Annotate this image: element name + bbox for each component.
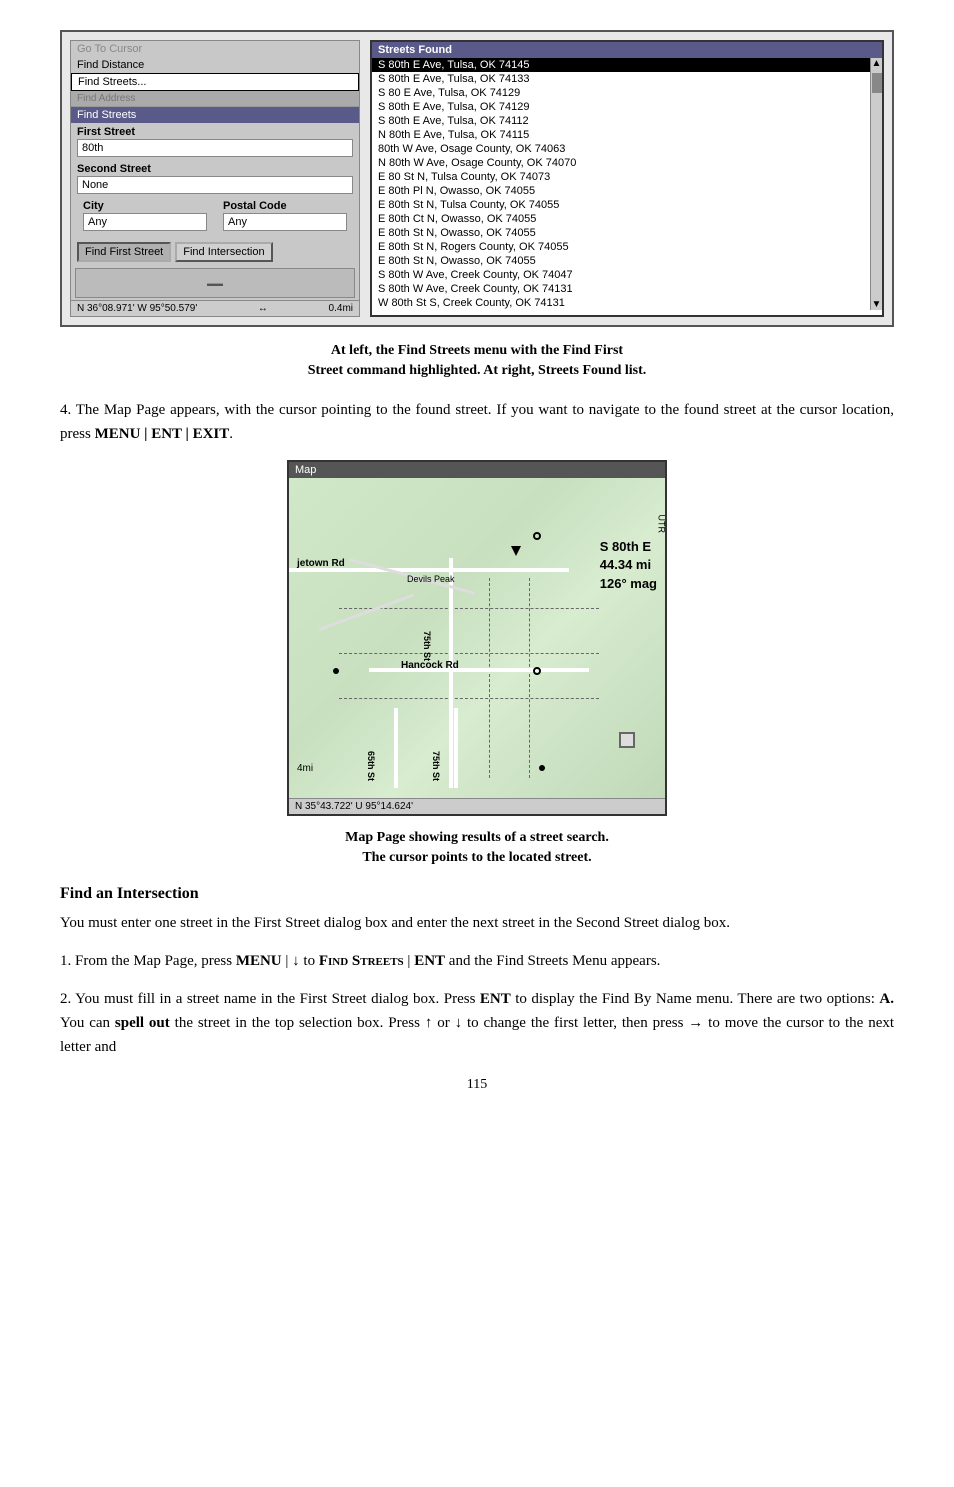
body-paragraph-2: 1. From the Map Page, press MENU | ↓ to … — [60, 949, 894, 973]
dot-marker-4 — [539, 765, 545, 771]
scroll-thumb[interactable] — [872, 73, 882, 93]
second-street-input[interactable]: None — [77, 176, 353, 194]
label-75th-s: 75th St — [431, 751, 441, 781]
map-distance: 44.34 mi — [600, 556, 657, 574]
dot-marker-3 — [533, 667, 541, 675]
street-list-item[interactable]: S 80th W Ave, Creek County, OK 74131 — [372, 282, 870, 296]
label-devils-peak: Devils Peak — [407, 574, 455, 584]
first-street-input[interactable]: 80th — [77, 139, 353, 157]
page-number: 115 — [60, 1077, 894, 1093]
map-street-name: S 80th E — [600, 538, 657, 556]
street-list-item[interactable]: S 80th W Ave, Creek County, OK 74047 — [372, 268, 870, 282]
find-streets-panel: Go To Cursor Find Distance Find Streets.… — [70, 40, 360, 317]
map-titlebar: Map — [289, 462, 665, 478]
street-list-item[interactable]: N 80th W Ave, Osage County, OK 74070 — [372, 156, 870, 170]
paragraph-1: 4. The Map Page appears, with the cursor… — [60, 398, 894, 446]
road-75th-s — [454, 708, 458, 788]
map-inner: jetown Rd Devils Peak 75th St Hancock Rd… — [289, 478, 665, 798]
label-jetown: jetown Rd — [297, 558, 345, 569]
map-thumbnail: ▬▬ — [75, 268, 355, 298]
map-route-label: UTR — [656, 515, 665, 534]
map-info-box: S 80th E 44.34 mi 126° mag — [600, 538, 657, 593]
menu-find-distance[interactable]: Find Distance — [71, 57, 359, 73]
street-list-item[interactable]: E 80th St N, Owasso, OK 74055 — [372, 254, 870, 268]
dashed-h-3 — [339, 698, 599, 699]
road-65th — [394, 708, 398, 788]
map-terrain — [289, 478, 665, 798]
map-coords: N 35°43.722' U 95°14.624' — [289, 798, 665, 814]
dashed-h-2 — [339, 653, 599, 654]
street-list-item[interactable]: W 80th St S, Creek County, OK 74131 — [372, 296, 870, 310]
streets-found-panel: Streets Found S 80th E Ave, Tulsa, OK 74… — [370, 40, 884, 317]
map-container: Map jetown Rd Devils Peak 75th — [60, 460, 894, 816]
label-65th: 65th St — [366, 751, 376, 781]
label-75th-st: 75th St — [422, 631, 432, 661]
street-list-item[interactable]: E 80th St N, Rogers County, OK 74055 — [372, 240, 870, 254]
screenshot-area: Go To Cursor Find Distance Find Streets.… — [60, 30, 894, 327]
streets-list: S 80th E Ave, Tulsa, OK 74145S 80th E Av… — [372, 58, 870, 310]
scrollbar[interactable]: ▲ ▼ — [870, 58, 882, 310]
street-list-item[interactable]: N 80th E Ave, Tulsa, OK 74115 — [372, 128, 870, 142]
street-list-item[interactable]: S 80th E Ave, Tulsa, OK 74129 — [372, 100, 870, 114]
dot-marker-2 — [333, 668, 339, 674]
dashed-v-1 — [489, 578, 490, 778]
menu-find-streets[interactable]: Find Streets... — [71, 73, 359, 91]
postal-code-label: Postal Code — [217, 197, 353, 212]
map-bearing: 126° mag — [600, 575, 657, 593]
street-list-item[interactable]: 80th W Ave, Osage County, OK 74063 — [372, 142, 870, 156]
cursor-marker — [511, 546, 521, 556]
find-streets-header: Find Streets — [71, 107, 359, 123]
body-paragraph-1: You must enter one street in the First S… — [60, 911, 894, 935]
street-list-item[interactable]: S 80th E Ave, Tulsa, OK 74112 — [372, 114, 870, 128]
street-list-item[interactable]: E 80 St N, Tulsa County, OK 74073 — [372, 170, 870, 184]
street-list-item[interactable]: S 80th E Ave, Tulsa, OK 74133 — [372, 72, 870, 86]
status-scale: 0.4mi — [329, 303, 353, 314]
streets-found-header: Streets Found — [372, 42, 882, 58]
menu-go-to-cursor[interactable]: Go To Cursor — [71, 41, 359, 57]
street-list-item[interactable]: E 80th Ct N, Owasso, OK 74055 — [372, 212, 870, 226]
first-street-label: First Street — [71, 123, 359, 138]
top-caption: At left, the Find Streets menu with the … — [60, 341, 894, 380]
dashed-v-2 — [529, 578, 530, 778]
map-building-icon — [619, 732, 635, 748]
street-list-item[interactable]: E 80th St N, Owasso, OK 74055 — [372, 226, 870, 240]
postal-code-input[interactable]: Any — [223, 213, 347, 231]
find-intersection-button[interactable]: Find Intersection — [175, 242, 272, 262]
city-input[interactable]: Any — [83, 213, 207, 231]
menu-find-address[interactable]: Find Address — [71, 91, 359, 106]
keys-menu-ent-exit: MENU | ENT | EXIT — [95, 426, 230, 442]
bottom-caption: Map Page showing results of a street sea… — [60, 828, 894, 867]
second-street-label: Second Street — [71, 160, 359, 175]
dot-marker-1 — [533, 532, 541, 540]
label-hancock: Hancock Rd — [401, 660, 459, 671]
status-bar: N 36°08.971' W 95°50.579' ↔ 0.4mi — [71, 300, 359, 316]
street-list-item[interactable]: S 80th E Ave, Tulsa, OK 74145 — [372, 58, 870, 72]
road-75th — [449, 558, 453, 788]
map-scale: 4mi — [297, 763, 313, 774]
street-list-item[interactable]: E 80th Pl N, Owasso, OK 74055 — [372, 184, 870, 198]
find-first-street-button[interactable]: Find First Street — [77, 242, 171, 262]
body-paragraph-3: 2. You must fill in a street name in the… — [60, 987, 894, 1059]
street-list-item[interactable]: E 80th St N, Tulsa County, OK 74055 — [372, 198, 870, 212]
status-coords: N 36°08.971' W 95°50.579' — [77, 303, 197, 314]
map-box: Map jetown Rd Devils Peak 75th — [287, 460, 667, 816]
section-heading: Find an Intersection — [60, 885, 894, 903]
street-list-item[interactable]: S 80 E Ave, Tulsa, OK 74129 — [372, 86, 870, 100]
city-label: City — [77, 197, 213, 212]
